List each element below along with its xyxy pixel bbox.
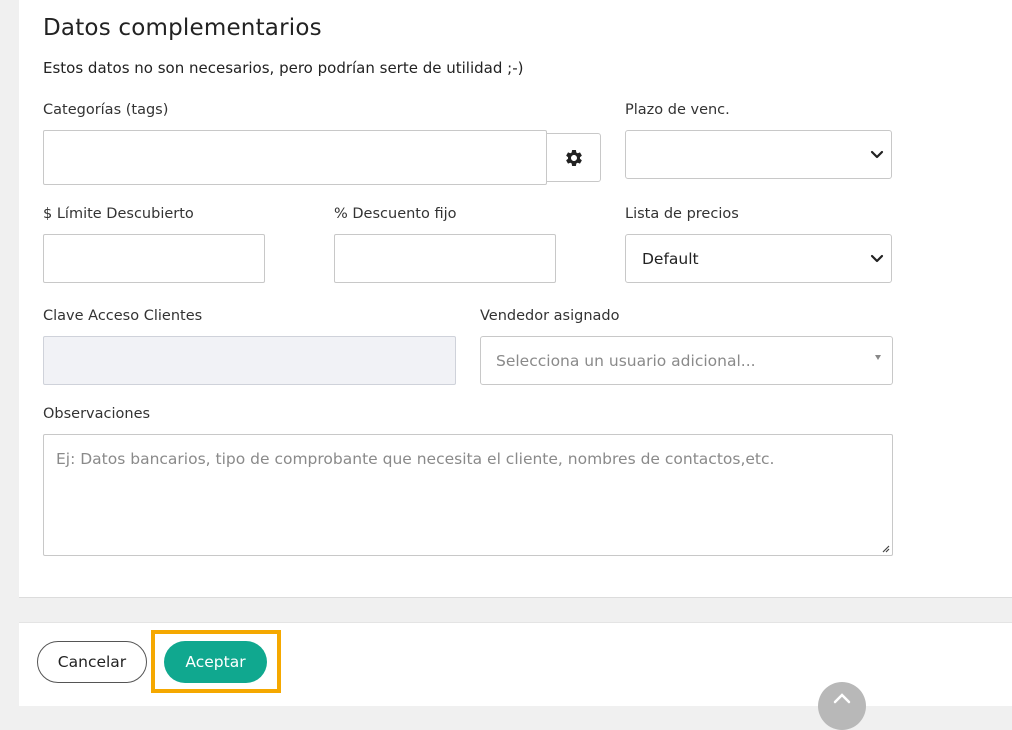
accept-button[interactable]: Aceptar bbox=[164, 641, 267, 683]
descuento-label: % Descuento fijo bbox=[334, 206, 457, 222]
observaciones-label: Observaciones bbox=[43, 406, 151, 422]
vendedor-label: Vendedor asignado bbox=[480, 308, 620, 324]
lista-precios-label: Lista de precios bbox=[625, 206, 739, 222]
gear-icon bbox=[565, 149, 582, 166]
section-title: Datos complementarios bbox=[43, 15, 322, 41]
vendedor-placeholder: Selecciona un usuario adicional... bbox=[496, 351, 756, 370]
plazo-select[interactable] bbox=[625, 130, 892, 179]
dropdown-arrow-icon bbox=[875, 355, 881, 360]
arrow-up-icon bbox=[833, 693, 851, 704]
resize-handle-icon[interactable] bbox=[880, 543, 890, 553]
clave-label: Clave Acceso Clientes bbox=[43, 308, 203, 324]
scroll-to-top-button[interactable] bbox=[818, 682, 866, 730]
plazo-label: Plazo de venc. bbox=[625, 102, 730, 118]
observaciones-textarea[interactable]: Ej: Datos bancarios, tipo de comprobante… bbox=[43, 434, 893, 556]
lista-precios-select[interactable]: Default bbox=[625, 234, 892, 283]
categorias-label: Categorías (tags) bbox=[43, 102, 169, 118]
chevron-down-icon bbox=[870, 254, 884, 262]
chevron-down-icon bbox=[870, 150, 884, 158]
cancel-button[interactable]: Cancelar bbox=[37, 641, 147, 683]
clave-input[interactable] bbox=[43, 336, 456, 385]
limite-input[interactable] bbox=[43, 234, 265, 283]
categorias-settings-button[interactable] bbox=[546, 133, 601, 182]
observaciones-placeholder: Ej: Datos bancarios, tipo de comprobante… bbox=[56, 450, 775, 468]
vendedor-select[interactable]: Selecciona un usuario adicional... bbox=[480, 336, 893, 385]
lista-precios-selected-value: Default bbox=[642, 249, 699, 268]
descuento-input[interactable] bbox=[334, 234, 556, 283]
limite-label: $ Límite Descubierto bbox=[43, 206, 194, 222]
section-subtitle: Estos datos no son necesarios, pero podr… bbox=[43, 59, 524, 77]
categorias-input[interactable] bbox=[43, 130, 547, 185]
